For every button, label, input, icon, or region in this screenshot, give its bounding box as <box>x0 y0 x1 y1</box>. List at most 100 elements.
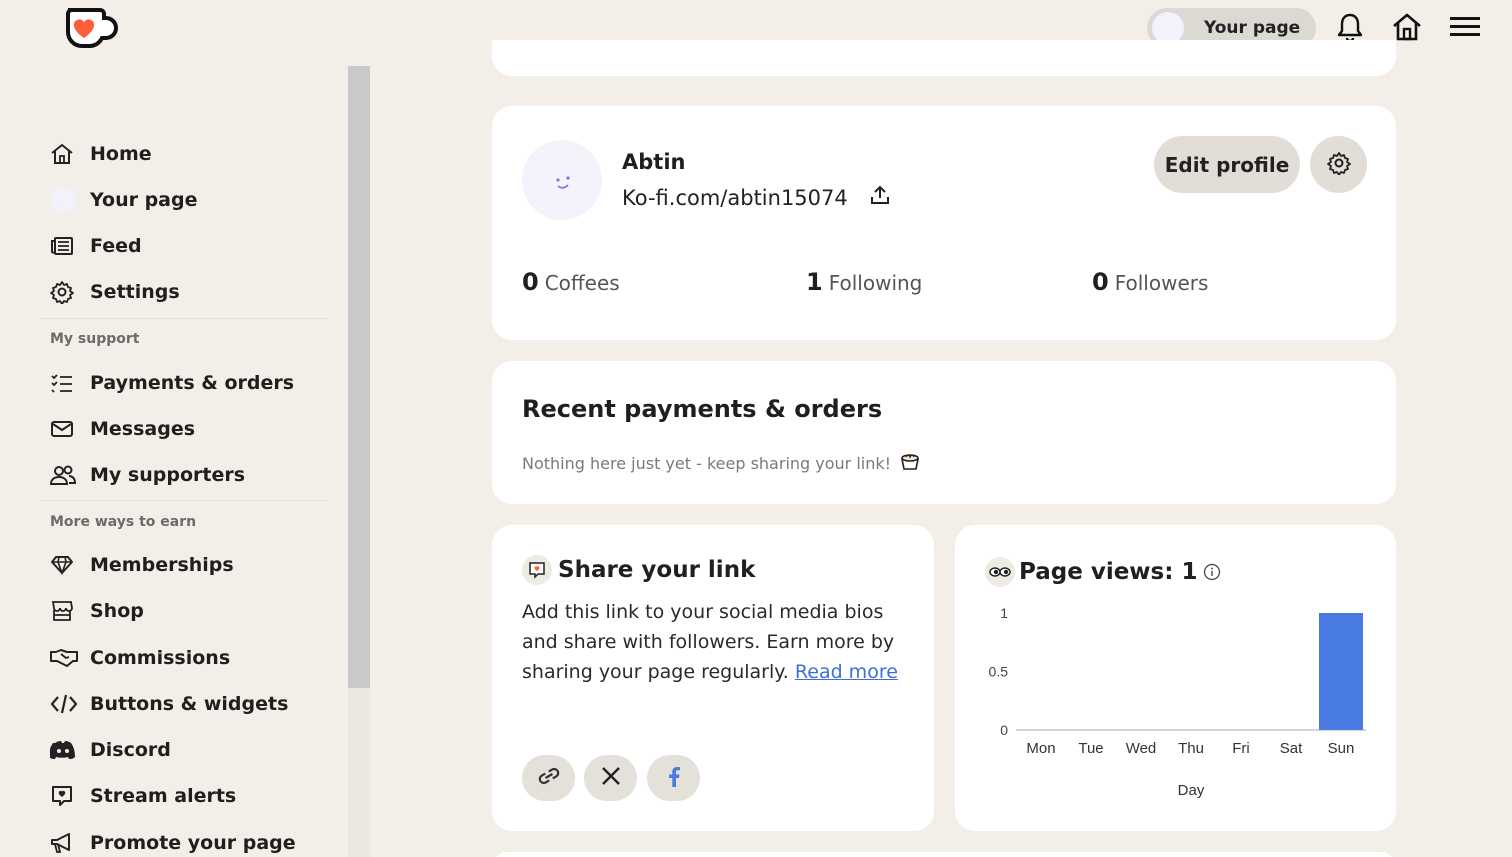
users-icon <box>50 463 84 487</box>
discord-icon <box>50 738 84 762</box>
scrollbar-thumb[interactable] <box>348 66 370 688</box>
profile-avatar[interactable] <box>522 140 602 220</box>
sidebar-item-label: Memberships <box>90 554 234 576</box>
sidebar-item-my-supporters[interactable]: My supporters <box>50 457 245 493</box>
sidebar-item-memberships[interactable]: Memberships <box>50 547 234 583</box>
sidebar-item-your-page[interactable]: Your page <box>50 182 198 218</box>
sidebar-item-label: Home <box>90 143 152 165</box>
home-icon <box>50 142 84 166</box>
alert-heart-icon <box>50 784 84 808</box>
stat-label: Following <box>828 271 923 295</box>
home-icon[interactable] <box>1390 10 1424 44</box>
share-facebook-button[interactable] <box>647 755 700 801</box>
profile-url-row: Ko-fi.com/abtin15074 <box>622 184 890 211</box>
megaphone-icon <box>50 831 84 855</box>
sidebar-item-label: Shop <box>90 600 144 622</box>
sidebar-item-commissions[interactable]: Commissions <box>50 640 230 676</box>
y-tick-label: 0 <box>1000 722 1008 738</box>
views-title: Page views: 1 <box>1019 559 1198 585</box>
sidebar-divider <box>40 500 328 501</box>
handshake-icon <box>50 646 84 670</box>
profile-card: Abtin Ko-fi.com/abtin15074 Edit profile … <box>492 106 1396 340</box>
views-title-row: Page views: 1 <box>985 557 1221 587</box>
newspaper-icon <box>50 234 84 258</box>
stat-value: 0 <box>1092 268 1109 296</box>
profile-url[interactable]: Ko-fi.com/abtin15074 <box>622 186 848 210</box>
share-description: Add this link to your social media bios … <box>522 597 902 687</box>
sidebar-item-messages[interactable]: Messages <box>50 411 195 447</box>
share-title-row: Share your link <box>522 555 755 585</box>
bell-icon[interactable] <box>1333 10 1367 44</box>
recent-title: Recent payments & orders <box>522 395 883 423</box>
facebook-icon <box>667 765 681 791</box>
x-tick-label: Tue <box>1078 740 1103 757</box>
coffee-cup-icon <box>899 451 921 475</box>
sidebar-item-label: Feed <box>90 235 142 257</box>
menu-icon[interactable] <box>1448 10 1482 44</box>
stat-coffees[interactable]: 0 Coffees <box>522 268 620 296</box>
share-link-card: Share your link Add this link to your so… <box>492 525 934 831</box>
sidebar-item-shop[interactable]: Shop <box>50 593 144 629</box>
sidebar-item-home[interactable]: Home <box>50 136 152 172</box>
x-tick-label: Thu <box>1178 740 1204 757</box>
card-partial-bottom <box>492 852 1396 857</box>
copy-link-button[interactable] <box>522 755 575 801</box>
gear-icon <box>50 280 84 304</box>
x-tick-label: Wed <box>1126 740 1157 757</box>
sidebar-item-discord[interactable]: Discord <box>50 732 171 768</box>
sidebar-item-label: Buttons & widgets <box>90 693 289 715</box>
edit-profile-button[interactable]: Edit profile <box>1154 136 1300 193</box>
share-title: Share your link <box>558 557 756 583</box>
sidebar-scrollbar[interactable] <box>348 66 370 857</box>
info-icon[interactable] <box>1203 563 1221 581</box>
profile-name: Abtin <box>622 150 686 174</box>
stat-label: Followers <box>1114 271 1209 295</box>
list-check-icon <box>50 371 84 395</box>
sidebar-item-label: Settings <box>90 281 180 303</box>
sidebar-item-buttons-widgets[interactable]: Buttons & widgets <box>50 686 288 722</box>
sidebar-item-stream-alerts[interactable]: Stream alerts <box>50 778 236 814</box>
sidebar-item-label: Discord <box>90 739 171 761</box>
x-tick-label: Sun <box>1328 740 1355 757</box>
store-icon <box>50 599 84 623</box>
kofi-logo[interactable] <box>62 4 118 49</box>
sidebar-item-settings[interactable]: Settings <box>50 274 180 310</box>
envelope-icon <box>50 417 84 441</box>
code-icon <box>50 692 84 716</box>
section-heading-more-ways: More ways to earn <box>50 514 197 530</box>
x-axis-label: Day <box>1178 782 1205 799</box>
your-page-label: Your page <box>1204 18 1301 38</box>
recent-empty-text: Nothing here just yet - keep sharing you… <box>522 453 892 473</box>
read-more-link[interactable]: Read more <box>795 661 898 683</box>
stat-value: 1 <box>806 268 823 296</box>
sidebar-item-label: Commissions <box>90 647 231 669</box>
share-x-button[interactable] <box>584 755 637 801</box>
sidebar-item-promote[interactable]: Promote your page <box>50 825 296 857</box>
sidebar-item-label: Promote your page <box>90 832 296 854</box>
avatar <box>50 187 84 213</box>
stat-followers[interactable]: 0 Followers <box>1092 268 1208 296</box>
sidebar-item-label: Stream alerts <box>90 785 237 807</box>
bar-sun <box>1319 613 1363 730</box>
page-views-chart: 0 0.5 1 Mon Tue Wed Thu Fri Sat Sun Day <box>989 605 1366 799</box>
heart-chat-icon <box>522 555 552 585</box>
sidebar-divider <box>40 318 328 319</box>
stat-following[interactable]: 1 Following <box>806 268 922 296</box>
y-tick-label: 0.5 <box>989 664 1009 680</box>
sidebar-item-label: Payments & orders <box>90 372 295 394</box>
profile-settings-button[interactable] <box>1310 136 1367 193</box>
eyes-icon <box>985 557 1015 587</box>
x-logo-icon <box>601 766 621 790</box>
sidebar-item-payments[interactable]: Payments & orders <box>50 365 294 401</box>
stat-label: Coffees <box>544 271 620 295</box>
recent-empty-message: Nothing here just yet - keep sharing you… <box>522 451 921 475</box>
share-upload-icon[interactable] <box>870 184 890 211</box>
sidebar-item-label: Your page <box>90 189 198 211</box>
page-views-card: Page views: 1 0 0.5 1 Mon Tue Wed Thu Fri Sat Sun… <box>955 525 1396 831</box>
sidebar-item-label: Messages <box>90 418 196 440</box>
gear-icon <box>1326 151 1351 179</box>
x-tick-label: Sat <box>1280 740 1303 757</box>
recent-payments-card: Recent payments & orders Nothing here ju… <box>492 361 1396 504</box>
sidebar-item-feed[interactable]: Feed <box>50 228 142 264</box>
x-tick-label: Fri <box>1232 740 1250 757</box>
